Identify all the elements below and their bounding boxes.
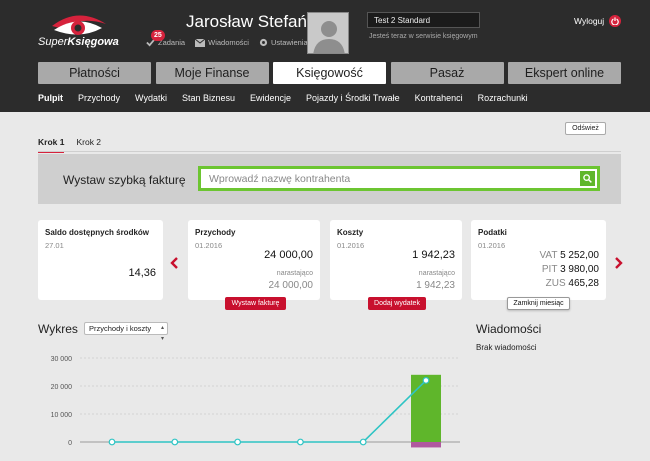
contractor-search-input[interactable] — [209, 171, 569, 187]
quick-invoice-label: Wystaw szybką fakturę — [63, 173, 186, 187]
koszty-amount: 1 942,23 — [412, 249, 455, 261]
messages-empty: Brak wiadomości — [476, 343, 537, 352]
data-point — [422, 377, 430, 384]
bar-negative — [411, 442, 441, 448]
main-nav: Płatności Moje Finanse Księgowość Pasaż … — [38, 62, 621, 84]
chart-title: Wykres — [38, 322, 78, 336]
y-tick-label: 20 000 — [51, 384, 73, 391]
saldo-card: Saldo dostępnych środków 27.01 14,36 — [38, 220, 163, 300]
tab-ekspert-online[interactable]: Ekspert online — [508, 62, 621, 84]
close-month-button[interactable]: Zamknij miesiąc — [507, 297, 570, 310]
series-line — [112, 379, 427, 443]
tax-vat-value: 5 252,00 — [560, 250, 599, 261]
podatki-date: 01.2016 — [478, 241, 506, 250]
logo-text[interactable]: SuperKsięgowa — [38, 36, 119, 48]
messages-label: Wiadomości — [208, 38, 249, 47]
podatki-title: Podatki — [478, 228, 507, 237]
przychody-cumulative-amount: 24 000,00 — [268, 280, 314, 291]
subnav-pojazdy[interactable]: Pojazdy i Środki Trwałe — [306, 93, 400, 103]
tax-vat-label: VAT — [539, 250, 558, 261]
tasks-link[interactable]: 25 Zadania — [146, 30, 185, 47]
tab-pasaz[interactable]: Pasaż — [390, 62, 504, 84]
tax-line-pit: PIT 3 980,00 — [542, 264, 599, 275]
tab-ksiegowosc[interactable]: Księgowość — [273, 62, 386, 84]
przychody-title: Przychody — [195, 228, 236, 237]
power-icon — [609, 15, 622, 27]
subnav-kontrahenci[interactable]: Kontrahenci — [415, 93, 463, 103]
y-tick-label: 30 000 — [51, 356, 73, 363]
quick-invoice-field — [198, 166, 600, 191]
chart-type-select[interactable]: Przychody i koszty ▴ ▾ — [84, 322, 168, 342]
messages-title: Wiadomości — [476, 322, 542, 336]
bar — [411, 374, 441, 442]
przychody-card: Przychody 01.2016 24 000,00 narastająco … — [188, 220, 320, 300]
subnav-ewidencje[interactable]: Ewidencje — [250, 93, 291, 103]
tax-zus-value: 465,28 — [568, 278, 599, 289]
koszty-date: 01.2016 — [337, 241, 365, 250]
chart-select-value: Przychody i koszty — [89, 324, 152, 333]
przychody-date: 01.2016 — [195, 241, 223, 250]
steps-divider — [38, 151, 621, 152]
subnav-wydatki[interactable]: Wydatki — [135, 93, 167, 103]
issue-invoice-button[interactable]: Wystaw fakturę — [225, 297, 286, 310]
koszty-card: Koszty 01.2016 1 942,23 narastająco 1 94… — [330, 220, 462, 300]
top-links: 25 Zadania Wiadomości Ustawienia — [146, 30, 308, 47]
saldo-title: Saldo dostępnych środków — [45, 228, 150, 237]
settings-label: Ustawienia — [270, 38, 308, 47]
tax-pit-label: PIT — [541, 264, 558, 275]
data-point — [108, 438, 116, 446]
search-icon — [583, 174, 592, 183]
account-note: Jesteś teraz w serwisie księgowym — [369, 33, 478, 40]
next-arrow-icon[interactable] — [612, 257, 624, 269]
income-cost-chart: 30 000 20 000 10 000 0 — [51, 356, 460, 448]
podatki-card: Podatki 01.2016 VAT 5 252,00 PIT 3 980,0… — [471, 220, 606, 300]
tax-pit-value: 3 980,00 — [560, 264, 599, 275]
data-point — [234, 438, 242, 446]
settings-link[interactable]: Ustawienia — [259, 38, 308, 47]
sub-nav: Pulpit Przychody Wydatki Stan Biznesu Ew… — [38, 93, 528, 103]
koszty-title: Koszty — [337, 228, 364, 237]
saldo-date: 27.01 — [45, 241, 64, 250]
saldo-amount: 14,36 — [128, 267, 156, 279]
data-point — [297, 438, 304, 446]
add-expense-button[interactable]: Dodaj wydatek — [368, 297, 426, 310]
mail-icon — [195, 38, 206, 47]
data-point — [359, 438, 367, 446]
select-arrows-icon: ▴ ▾ — [160, 325, 164, 342]
tasks-badge: 25 — [151, 30, 165, 41]
refresh-button[interactable]: Odśwież — [565, 122, 606, 135]
subnav-stan-biznesu[interactable]: Stan Biznesu — [182, 93, 235, 103]
messages-link[interactable]: Wiadomości — [195, 38, 249, 47]
prev-arrow-icon[interactable] — [169, 257, 181, 269]
y-tick-label: 0 — [68, 440, 72, 447]
subnav-przychody[interactable]: Przychody — [78, 93, 120, 103]
data-point — [171, 438, 179, 446]
tax-line-vat: VAT 5 252,00 — [539, 250, 599, 261]
koszty-cumulative-amount: 1 942,23 — [416, 280, 455, 291]
tax-zus-label: ZUS — [545, 278, 566, 289]
search-button[interactable] — [580, 171, 595, 186]
koszty-cumulative-label: narastająco — [418, 270, 455, 277]
top-bar: SuperKsięgowa Jarosław Stefański 25 Zada… — [0, 0, 650, 112]
y-tick-label: 10 000 — [51, 412, 73, 419]
przychody-amount: 24 000,00 — [264, 249, 313, 261]
tab-moje-finanse[interactable]: Moje Finanse — [155, 62, 269, 84]
gear-icon — [259, 38, 268, 47]
logout-label: Wyloguj — [574, 16, 605, 26]
avatar[interactable] — [307, 12, 349, 54]
tax-line-zus: ZUS 465,28 — [546, 278, 599, 289]
user-silhouette-icon — [313, 21, 345, 53]
subnav-pulpit[interactable]: Pulpit — [38, 93, 63, 103]
tab-platnosci[interactable]: Płatności — [38, 62, 151, 84]
account-selector[interactable]: Test 2 Standard — [367, 12, 480, 28]
logout-button[interactable]: Wyloguj — [574, 15, 622, 27]
subnav-rozrachunki[interactable]: Rozrachunki — [478, 93, 528, 103]
przychody-cumulative-label: narastająco — [276, 270, 313, 277]
